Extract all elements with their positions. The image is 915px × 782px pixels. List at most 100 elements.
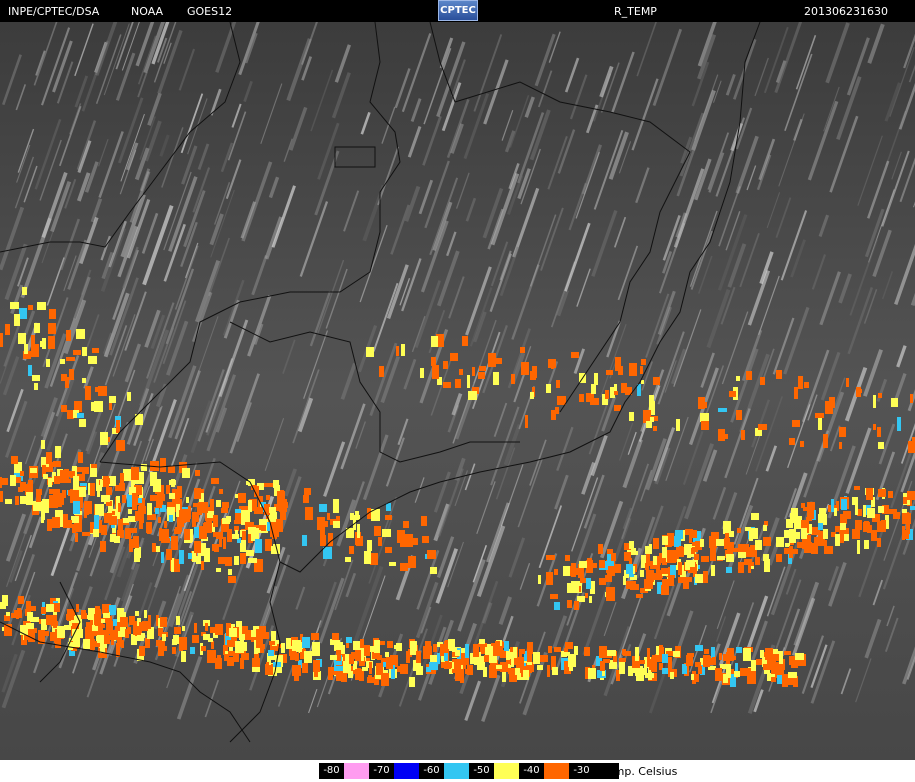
legend-swatch: -40 bbox=[519, 763, 569, 779]
cold-top-cell bbox=[729, 531, 734, 537]
cold-top-cell bbox=[455, 379, 461, 388]
cold-top-cell bbox=[190, 647, 195, 654]
cold-top-cell bbox=[455, 668, 460, 681]
cold-top-cell bbox=[28, 480, 33, 492]
cold-top-cell bbox=[34, 323, 40, 333]
cold-top-cell bbox=[118, 519, 123, 533]
cold-top-cell bbox=[90, 639, 95, 650]
cold-top-cell bbox=[711, 647, 715, 658]
cold-top-cell bbox=[67, 611, 71, 621]
cold-top-cell bbox=[479, 366, 486, 371]
cold-top-cell bbox=[825, 401, 833, 414]
cold-top-cell bbox=[277, 666, 282, 673]
cold-top-cell bbox=[256, 629, 264, 634]
cold-top-cell bbox=[554, 602, 560, 610]
cold-top-cell bbox=[823, 529, 828, 539]
cold-top-cell bbox=[145, 638, 150, 648]
cold-top-cell bbox=[519, 649, 525, 654]
cold-top-cell bbox=[235, 641, 244, 653]
cold-top-cell bbox=[467, 375, 470, 388]
cold-top-cell bbox=[79, 487, 86, 497]
cold-top-cell bbox=[174, 529, 181, 534]
cold-top-cell bbox=[87, 615, 92, 619]
cold-top-cell bbox=[120, 617, 128, 627]
cold-top-cell bbox=[110, 630, 117, 640]
cold-top-cell bbox=[269, 641, 275, 645]
cold-top-cell bbox=[161, 552, 164, 563]
cold-top-cell bbox=[387, 641, 393, 648]
cold-top-cell bbox=[644, 579, 653, 589]
cold-top-cell bbox=[133, 536, 139, 548]
cold-top-cell bbox=[629, 541, 634, 549]
cold-top-cell bbox=[678, 562, 682, 575]
legend-swatch-label: -40 bbox=[519, 763, 544, 779]
cold-top-cell bbox=[366, 347, 374, 357]
cold-top-cell bbox=[594, 373, 598, 385]
cold-top-cell bbox=[311, 633, 319, 640]
cold-top-cell bbox=[171, 536, 178, 550]
cold-top-cell bbox=[513, 647, 517, 658]
cold-top-cell bbox=[238, 493, 246, 503]
cold-top-cell bbox=[400, 536, 407, 547]
cold-top-cell bbox=[313, 660, 320, 672]
cold-top-cell bbox=[146, 522, 152, 533]
cold-top-cell bbox=[203, 502, 208, 513]
cold-top-cell bbox=[443, 361, 448, 369]
cold-top-cell bbox=[158, 517, 161, 523]
cold-top-cell bbox=[530, 392, 534, 399]
cold-top-cell bbox=[176, 616, 180, 625]
cold-top-cell bbox=[369, 662, 372, 674]
cold-top-cell bbox=[444, 653, 448, 661]
cold-top-cell bbox=[192, 635, 199, 643]
cold-top-cell bbox=[563, 566, 570, 576]
cold-top-cell bbox=[172, 647, 176, 654]
cold-top-cell bbox=[818, 416, 822, 430]
cold-top-cell bbox=[427, 550, 436, 559]
cold-top-cell bbox=[68, 642, 73, 650]
cold-top-cell bbox=[431, 336, 438, 347]
cold-top-cell bbox=[207, 650, 216, 663]
cold-top-cell bbox=[20, 471, 24, 476]
cold-top-cell bbox=[367, 540, 372, 551]
cold-top-cell bbox=[84, 513, 87, 518]
cold-top-cell bbox=[450, 353, 458, 361]
cold-top-cell bbox=[97, 637, 105, 642]
cold-top-cell bbox=[201, 646, 206, 651]
cold-top-cell bbox=[364, 551, 371, 564]
cold-top-cell bbox=[120, 473, 124, 486]
cold-top-cell bbox=[712, 657, 716, 663]
cold-top-cell bbox=[758, 424, 767, 430]
cold-top-cell bbox=[160, 458, 166, 472]
cold-top-cell bbox=[641, 359, 646, 365]
cold-top-cell bbox=[174, 627, 181, 634]
cold-top-cell bbox=[537, 665, 543, 670]
cold-top-cell bbox=[346, 637, 352, 643]
cold-top-cell bbox=[94, 401, 103, 412]
cold-top-cell bbox=[104, 513, 112, 523]
cold-top-cell bbox=[888, 491, 893, 498]
cold-top-cell bbox=[738, 562, 744, 573]
cold-top-cell bbox=[727, 648, 734, 661]
cold-top-cell bbox=[465, 669, 472, 674]
cold-top-cell bbox=[64, 469, 69, 474]
cold-top-cell bbox=[776, 554, 782, 562]
legend-swatch-color bbox=[394, 763, 419, 779]
cold-top-cell bbox=[75, 533, 78, 542]
cold-top-cell bbox=[147, 503, 152, 515]
cold-top-cell bbox=[121, 640, 124, 648]
cold-top-cell bbox=[730, 650, 734, 654]
cold-top-cell bbox=[246, 550, 254, 556]
cold-top-cell bbox=[493, 372, 499, 385]
cold-top-cell bbox=[700, 539, 704, 547]
cold-top-cell bbox=[735, 663, 738, 671]
cold-top-cell bbox=[487, 646, 494, 655]
cold-top-cell bbox=[312, 642, 320, 656]
cold-top-cell bbox=[10, 475, 16, 486]
cold-top-cell bbox=[443, 382, 451, 388]
cold-top-cell bbox=[55, 446, 61, 458]
cold-top-cell bbox=[28, 305, 33, 310]
cold-top-cell bbox=[792, 420, 800, 427]
cold-top-cell bbox=[125, 629, 129, 638]
cold-top-cell bbox=[152, 543, 156, 552]
cold-top-cell bbox=[736, 647, 742, 653]
